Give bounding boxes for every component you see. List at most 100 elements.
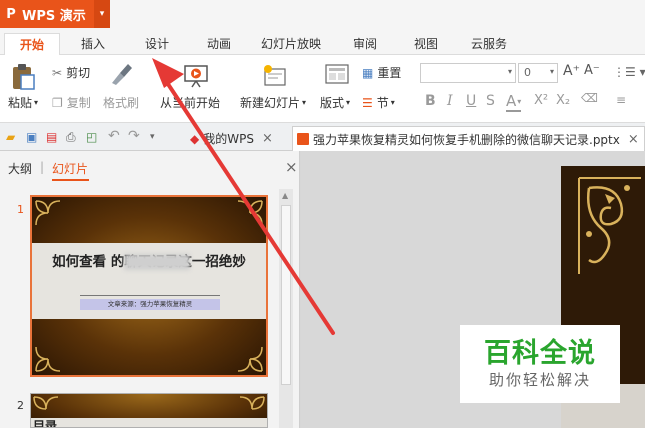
shrink-font-button[interactable]: A⁻ [584,63,600,78]
print-preview-icon[interactable]: ◰ [86,130,100,144]
tab-current-document[interactable]: 强力苹果恢复精灵如何恢复手机删除的微信聊天记录.pptx × [292,126,645,151]
clear-format-icon[interactable]: ⌫ [581,91,598,105]
paste-button-icon-wrap[interactable] [10,63,36,91]
tab-design[interactable]: 设计 [134,33,180,55]
tab-insert[interactable]: 插入 [70,33,116,55]
close-tab-my-wps-icon[interactable]: × [262,131,273,146]
from-current-icon-wrap[interactable] [183,63,209,89]
slide-panel-scrollbar[interactable]: ▲ [279,189,293,428]
print-icon[interactable]: ⎙ [66,130,80,144]
shadow-button[interactable]: S [486,93,495,109]
tab-review[interactable]: 审阅 [342,33,388,55]
copy-label: 复制 [66,96,91,110]
ornament-corner-icon [237,200,263,226]
play-slide-icon [184,65,208,88]
slide-2-band [31,418,267,427]
paste-icon [13,64,35,90]
section-dropdown-icon[interactable]: ▾ [391,98,395,107]
slide-1-divider [80,295,220,296]
tab-cloud[interactable]: 云服务 [463,33,515,55]
new-slide-icon-wrap[interactable] [261,62,289,90]
copy-icon: ❐ [52,95,63,110]
font-size-select[interactable]: 0 ▾ [518,63,558,83]
title-bar: P WPS 演示 ▾ [0,0,645,30]
underline-button[interactable]: U [466,93,476,109]
ornament-flourish-icon [578,177,641,274]
section-icon: ☰ [362,95,373,110]
ribbon-toolbar: 粘贴 ▾ ✂ 剪切 ❐ 复制 格式刷 从当前开始 新建幻灯片 ▾ 版式 ▾ ▦ … [0,55,645,123]
layout-dropdown-icon[interactable]: ▾ [346,98,350,107]
customize-quick-access-icon[interactable]: ▾ [150,132,164,146]
save-icon[interactable]: ▣ [26,130,40,144]
tab-my-wps[interactable]: ◆ 我的WPS × [190,126,290,151]
slide-thumbnail-2[interactable]: 目录 [30,393,268,428]
wps-logo-icon: P [6,6,16,22]
paste-label: 粘贴 [8,96,33,110]
grow-font-button[interactable]: A⁺ [563,63,580,79]
slide-number-2: 2 [17,399,24,412]
tab-view[interactable]: 视图 [403,33,449,55]
tab-slideshow[interactable]: 幻灯片放映 [255,33,327,55]
ornament-corner-icon [237,346,263,372]
font-name-select[interactable]: ▾ [420,63,516,83]
reset-button[interactable]: ▦ 重置 [362,64,401,81]
ornament-corner-icon [35,346,61,372]
superscript-button[interactable]: X² [534,93,548,108]
pptx-file-icon [297,133,309,145]
new-slide-icon [264,65,286,86]
paste-button[interactable]: 粘贴 ▾ [8,94,38,111]
watermark: 百科全说 助你轻松解决 [460,325,620,403]
tab-current-document-label: 强力苹果恢复精灵如何恢复手机删除的微信聊天记录.pptx [313,132,620,147]
watermark-title: 百科全说 [484,338,596,369]
slide-thumbnail-1[interactable]: 如何查看 的聊天记录这一招绝妙 文章来源：强力苹果恢复精灵 [30,195,268,377]
italic-button[interactable]: I [447,93,453,109]
font-color-button[interactable]: A ▾ [506,92,522,112]
slide-1-subtitle: 文章来源：强力苹果恢复精灵 [80,299,220,310]
export-pdf-icon[interactable]: ▤ [46,130,60,144]
font-color-dropdown-icon[interactable]: ▾ [517,97,521,106]
font-size-dropdown-icon[interactable]: ▾ [550,67,554,76]
copy-button[interactable]: ❐ 复制 [52,94,91,111]
watermark-subtitle: 助你轻松解决 [488,371,591,389]
tab-animation[interactable]: 动画 [196,33,242,55]
close-tab-current-document-icon[interactable]: × [628,132,639,147]
scissors-icon: ✂ [52,65,63,80]
scroll-up-icon[interactable]: ▲ [282,191,288,200]
cut-label: 剪切 [66,66,91,80]
tab-home[interactable]: 开始 [4,33,60,55]
paste-dropdown-icon[interactable]: ▾ [34,98,38,107]
layout-icon [325,64,349,84]
subscript-button[interactable]: X₂ [556,93,570,108]
close-panel-icon[interactable]: × [285,158,298,176]
section-button[interactable]: ☰ 节 ▾ [362,94,395,111]
format-painter-icon-wrap[interactable] [108,61,134,87]
slide-2-title: 目录 [33,419,58,428]
undo-icon[interactable]: ↶ [108,128,122,144]
redo-icon[interactable]: ↷ [128,128,142,144]
bullet-list-icon[interactable]: ⋮☰ ▾ [613,65,645,79]
wps-app-menu-button[interactable]: P WPS 演示 ▾ [0,0,110,28]
tab-outline[interactable]: 大纲 [8,160,32,177]
section-label: 节 [376,96,389,110]
layout-button[interactable]: 版式 ▾ [320,94,350,111]
from-current-button[interactable]: 从当前开始 [160,94,220,111]
font-color-label: A [506,92,517,110]
new-slide-dropdown-icon[interactable]: ▾ [302,98,306,107]
align-left-icon[interactable]: ≡ [616,93,626,107]
layout-icon-wrap[interactable] [325,63,349,87]
bold-button[interactable]: B [425,93,436,109]
blurred-region [124,254,190,270]
app-name: WPS 演示 [22,8,86,24]
reset-label: 重置 [377,66,402,80]
font-name-dropdown-icon[interactable]: ▾ [508,67,512,76]
app-menu-dropdown-icon[interactable]: ▾ [94,0,110,28]
menu-tab-bar: 开始 插入 设计 动画 幻灯片放映 审阅 视图 云服务 [0,30,645,55]
tab-slides[interactable]: 幻灯片 [52,160,88,177]
open-folder-icon[interactable]: ▰ [6,130,20,144]
new-slide-button[interactable]: 新建幻灯片 ▾ [240,94,306,111]
reset-icon: ▦ [362,65,374,80]
cut-button[interactable]: ✂ 剪切 [52,64,90,81]
document-tab-bar: ▰ ▣ ▤ ⎙ ◰ ↶ ↷ ▾ ◆ 我的WPS × 强力苹果恢复精灵如何恢复手机… [0,123,645,151]
format-painter-button[interactable]: 格式刷 [103,94,139,111]
scroll-thumb[interactable] [281,205,291,385]
